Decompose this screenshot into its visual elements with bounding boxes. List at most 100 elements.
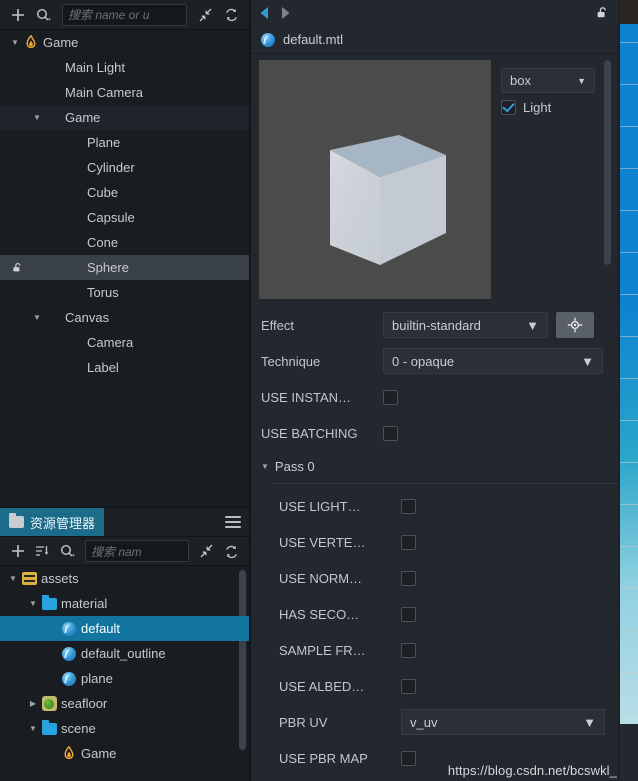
hierarchy-node-game[interactable]: ▼ Game	[0, 30, 249, 55]
refresh-icon[interactable]	[219, 4, 243, 26]
asset-node-label: scene	[61, 721, 96, 736]
inspector-navbar	[251, 0, 618, 26]
hamburger-icon[interactable]	[225, 516, 241, 528]
chevron-down-icon[interactable]: ▼	[261, 462, 269, 471]
assets-collapse-all-icon[interactable]	[194, 540, 218, 562]
hierarchy-node-label: Cube	[87, 185, 119, 200]
hierarchy-node-game[interactable]: ▼ Game	[0, 105, 249, 130]
hierarchy-node-label: Capsule	[87, 210, 135, 225]
checkbox-use-batching[interactable]	[383, 425, 398, 441]
material-icon	[60, 646, 78, 661]
preview-controls: box ▼ Light	[491, 60, 618, 299]
hierarchy-node-cone[interactable]: Cone	[0, 230, 249, 255]
sliver-bottom	[620, 724, 638, 781]
hierarchy-node-label: Game	[43, 35, 79, 50]
hierarchy-tree[interactable]: ▼ Game Main Light Main Camera ▼ Game Plane Cyli…	[0, 30, 249, 506]
hierarchy-node-cylinder[interactable]: Cylinder	[0, 155, 249, 180]
preview-light-toggle[interactable]: Light	[501, 100, 618, 115]
property-select[interactable]: v_uv ▼	[401, 709, 605, 735]
hierarchy-node-main-light[interactable]: Main Light	[0, 55, 249, 80]
chevron-down-icon: ▼	[526, 317, 539, 333]
sliver-row-line	[620, 588, 638, 589]
pass-divider	[273, 483, 618, 484]
checkbox-light[interactable]	[501, 100, 516, 115]
lock-icon[interactable]	[12, 255, 24, 280]
assets-search-filter-icon[interactable]	[56, 540, 80, 562]
material-icon	[261, 32, 275, 47]
inspector-panel: default.mtl box ▼ Light Effect builtin-s…	[250, 0, 618, 781]
property-select[interactable]: builtin-standard ▼	[383, 312, 548, 338]
chevron-down-icon[interactable]: ▼	[26, 599, 40, 608]
assets-search-placeholder: 搜索 nam	[91, 544, 142, 559]
asset-node-default_outline[interactable]: default_outline	[0, 641, 249, 666]
property-label: HAS SECO…	[279, 606, 360, 622]
checkbox-has-seco[interactable]	[401, 606, 416, 622]
pass-0-title: Pass 0	[274, 458, 315, 474]
properties-list: Effect builtin-standard ▼ Technique 0 - opaq…	[251, 299, 618, 781]
search-filter-icon[interactable]	[32, 4, 56, 26]
hierarchy-node-main-camera[interactable]: Main Camera	[0, 80, 249, 105]
chevron-down-icon[interactable]: ▼	[6, 574, 20, 583]
chevron-down-icon[interactable]: ▼	[30, 313, 44, 322]
hierarchy-node-canvas[interactable]: ▼ Canvas	[0, 305, 249, 330]
assets-tabbar: 资源管理器	[0, 508, 249, 537]
locate-effect-button[interactable]	[556, 312, 594, 338]
hierarchy-node-sphere[interactable]: Sphere	[0, 255, 249, 280]
asset-node-material[interactable]: ▼ material	[0, 591, 249, 616]
sliver-row-line	[620, 210, 638, 211]
checkbox-use-light[interactable]	[401, 498, 416, 514]
add-asset-button[interactable]	[6, 540, 30, 562]
checkbox-use-norm[interactable]	[401, 570, 416, 586]
hierarchy-node-camera[interactable]: Camera	[0, 330, 249, 355]
folder-icon	[40, 594, 58, 610]
inspector-scrollbar[interactable]	[604, 60, 611, 265]
unlock-icon[interactable]	[596, 6, 610, 20]
chevron-down-icon[interactable]: ▼	[8, 38, 22, 47]
collapse-all-icon[interactable]	[193, 4, 217, 26]
hierarchy-node-cube[interactable]: Cube	[0, 180, 249, 205]
hierarchy-node-capsule[interactable]: Capsule	[0, 205, 249, 230]
chevron-down-icon[interactable]: ▼	[26, 724, 40, 733]
arrow-left-icon[interactable]	[259, 6, 270, 20]
property-row-effect: Effect builtin-standard ▼	[261, 307, 618, 343]
assets-root-icon	[20, 572, 38, 585]
assets-tree[interactable]: ▼ assets ▼ material default default_outline pl…	[0, 566, 249, 781]
arrow-right-icon[interactable]	[280, 6, 291, 20]
chevron-right-icon[interactable]: ▶	[26, 699, 40, 708]
pass-0-header[interactable]: ▼ Pass 0	[261, 451, 618, 481]
asset-node-label: seafloor	[61, 696, 108, 711]
sliver-row-line	[620, 42, 638, 43]
asset-node-seafloor[interactable]: ▶ seafloor	[0, 691, 249, 716]
asset-node-default[interactable]: default	[0, 616, 249, 641]
hierarchy-search-input[interactable]: 搜索 name or u	[62, 3, 187, 26]
asset-node-scene[interactable]: ▼ scene	[0, 716, 249, 741]
chevron-down-icon: ▼	[583, 714, 596, 730]
assets-search-input[interactable]: 搜索 nam	[85, 540, 189, 562]
checkbox-use-verte[interactable]	[401, 534, 416, 550]
hierarchy-node-label: Torus	[87, 285, 119, 300]
hierarchy-node-torus[interactable]: Torus	[0, 280, 249, 305]
property-label: PBR UV	[279, 714, 328, 730]
property-row-use-verte: USE VERTE…	[261, 524, 618, 560]
asset-node-assets[interactable]: ▼ assets	[0, 566, 249, 591]
sort-icon[interactable]	[31, 540, 55, 562]
asset-node-game[interactable]: Game	[0, 741, 249, 766]
material-preview-canvas[interactable]	[259, 60, 491, 299]
asset-node-plane[interactable]: plane	[0, 666, 249, 691]
checkbox-use-pbr-map[interactable]	[401, 750, 416, 766]
assets-refresh-icon[interactable]	[219, 540, 243, 562]
add-node-button[interactable]	[6, 4, 30, 26]
asset-name-label: default.mtl	[283, 32, 343, 47]
checkbox-use-albed[interactable]	[401, 678, 416, 694]
tab-asset-manager[interactable]: 资源管理器	[0, 508, 105, 536]
hierarchy-node-label[interactable]: Label	[0, 355, 249, 380]
sliver-row-line	[620, 630, 638, 631]
chevron-down-icon[interactable]: ▼	[30, 113, 44, 122]
checkbox-use-instan[interactable]	[383, 389, 398, 405]
property-label: USE NORM…	[279, 570, 363, 586]
property-row-sample-fr: SAMPLE FR…	[261, 632, 618, 668]
checkbox-sample-fr[interactable]	[401, 642, 416, 658]
hierarchy-node-plane[interactable]: Plane	[0, 130, 249, 155]
preview-shape-select[interactable]: box ▼	[501, 68, 595, 93]
property-select[interactable]: 0 - opaque ▼	[383, 348, 603, 374]
